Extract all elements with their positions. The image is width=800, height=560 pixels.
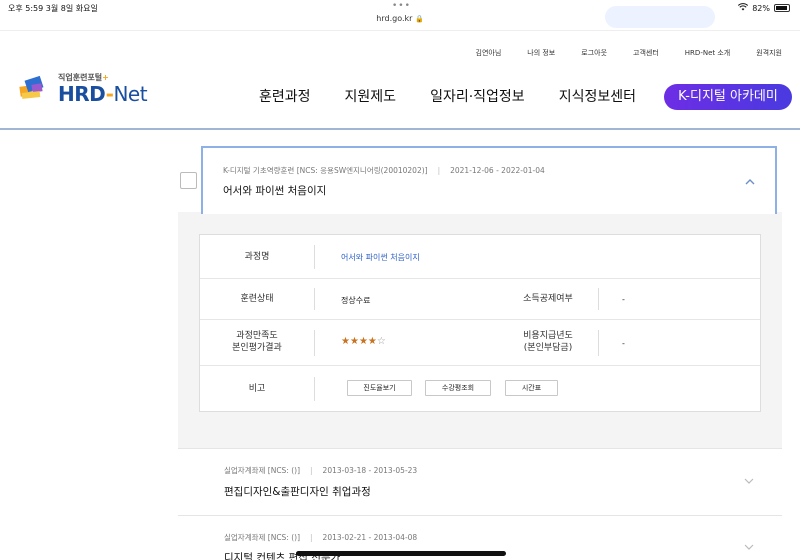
detail-row-status: 훈련상태 정상수료 소득공제여부 -: [200, 279, 760, 320]
label-satisfaction-line1: 과정만족도: [236, 331, 278, 341]
tab-dots-icon[interactable]: •••: [392, 1, 411, 11]
chevron-down-icon[interactable]: [744, 476, 754, 486]
divider: [314, 330, 315, 356]
detail-row-course-name: 과정명 어서와 파이썬 처음이지: [200, 235, 760, 279]
k-digital-academy-button[interactable]: K-디지털 아카데미: [664, 84, 792, 110]
label-note: 비고: [248, 384, 266, 394]
detail-row-note: 비고 진도율보기 수강평조회 시간표: [200, 366, 760, 412]
course-meta: K-디지털 기초역량훈련 [NCS: 응용SW엔지니어링(20010202)] |…: [223, 166, 545, 175]
util-remote-support[interactable]: 원격지원: [756, 48, 782, 58]
status-value: 정상수료: [341, 296, 371, 305]
detail-row-satisfaction: 과정만족도 본인평가결과 ★★★★☆ 비용지급년도 (본인부담금) -: [200, 320, 760, 366]
util-my-info[interactable]: 나의 정보: [527, 48, 555, 58]
course-name-link[interactable]: 어서와 파이썬 처음이지: [341, 252, 420, 263]
label-payment-line1: 비용지급년도: [523, 331, 573, 341]
star-filled-icon: ★: [341, 336, 350, 347]
timetable-button[interactable]: 시간표: [505, 380, 558, 396]
status-time-date: 오후 5:59 3월 8일 화요일: [8, 4, 98, 13]
label-satisfaction-line2: 본인평가결과: [232, 343, 282, 353]
star-filled-icon: ★: [358, 336, 368, 347]
nav-knowledge-center[interactable]: 지식정보센터: [559, 86, 636, 106]
main-nav: 훈련과정 지원제도 일자리·직업정보 지식정보센터: [259, 86, 670, 106]
logo-name: HRD-Net: [58, 82, 148, 106]
util-user[interactable]: 김연아님: [476, 48, 502, 58]
label-payment-line2: (본인부담금): [523, 343, 573, 353]
star-filled-icon: ★: [367, 336, 377, 347]
wifi-icon: [738, 3, 749, 13]
label-tax-deduction: 소득공제여부: [523, 294, 573, 304]
home-indicator[interactable]: [296, 551, 506, 556]
nav-divider: [0, 128, 800, 130]
divider: [598, 288, 599, 310]
payment-year-value: -: [622, 339, 625, 348]
blurred-overlay: [605, 6, 715, 28]
chevron-up-icon[interactable]: [745, 177, 755, 187]
util-customer-center[interactable]: 고객센터: [633, 48, 659, 58]
url-text: hrd.go.kr: [376, 14, 413, 23]
divider: [598, 330, 599, 356]
battery-percent: 82%: [752, 3, 770, 13]
tax-deduction-value: -: [622, 295, 625, 304]
label-satisfaction: 과정만족도 본인평가결과: [200, 330, 314, 354]
star-filled-icon: ★: [349, 336, 359, 347]
course-item-expanded[interactable]: K-디지털 기초역량훈련 [NCS: 응용SW엔지니어링(20010202)] |…: [201, 146, 777, 214]
label-payment-year: 비용지급년도 (본인부담금): [498, 330, 598, 354]
course-detail-table: 과정명 어서와 파이썬 처음이지 훈련상태 정상수료 소득공제여부 - 과정만족…: [199, 234, 761, 412]
util-about[interactable]: HRD-Net 소개: [685, 48, 730, 58]
utility-nav: 김연아님 나의 정보 로그아웃 고객센터 HRD-Net 소개 원격지원: [450, 48, 783, 58]
lock-icon: 🔒: [414, 15, 424, 23]
progress-view-button[interactable]: 진도율보기: [347, 380, 412, 396]
divider: [314, 377, 315, 401]
chevron-down-icon[interactable]: [744, 542, 754, 552]
battery-icon: [774, 4, 790, 12]
course-title: 편집디자인&출판디자인 취업과정: [224, 486, 371, 498]
label-status: 훈련상태: [240, 294, 274, 304]
nav-job-info[interactable]: 일자리·직업정보: [430, 86, 525, 106]
nav-training-courses[interactable]: 훈련과정: [259, 86, 311, 106]
course-title: 어서와 파이썬 처음이지: [223, 185, 327, 197]
course-meta: 실업자계좌제 [NCS: ()] | 2013-03-18 - 2013-05-23: [224, 466, 418, 475]
hrd-net-logo[interactable]: 직업훈련포털+ HRD-Net: [18, 70, 148, 106]
divider: [314, 245, 315, 269]
divider: [0, 30, 800, 31]
course-meta: 실업자계좌제 [NCS: ()] | 2013-02-21 - 2013-04-08: [224, 533, 418, 542]
util-logout[interactable]: 로그아웃: [581, 48, 607, 58]
logo-mark-icon: [19, 75, 44, 99]
nav-support-system[interactable]: 지원제도: [345, 86, 397, 106]
divider: [314, 288, 315, 310]
rating-stars: ★★★★☆: [341, 336, 386, 347]
course-item[interactable]: 실업자계좌제 [NCS: ()] | 2013-03-18 - 2013-05-23…: [178, 449, 782, 515]
review-view-button[interactable]: 수강평조회: [425, 380, 491, 396]
course-checkbox[interactable]: [180, 172, 197, 189]
star-empty-icon: ☆: [376, 336, 386, 347]
label-course-name: 과정명: [244, 252, 270, 262]
